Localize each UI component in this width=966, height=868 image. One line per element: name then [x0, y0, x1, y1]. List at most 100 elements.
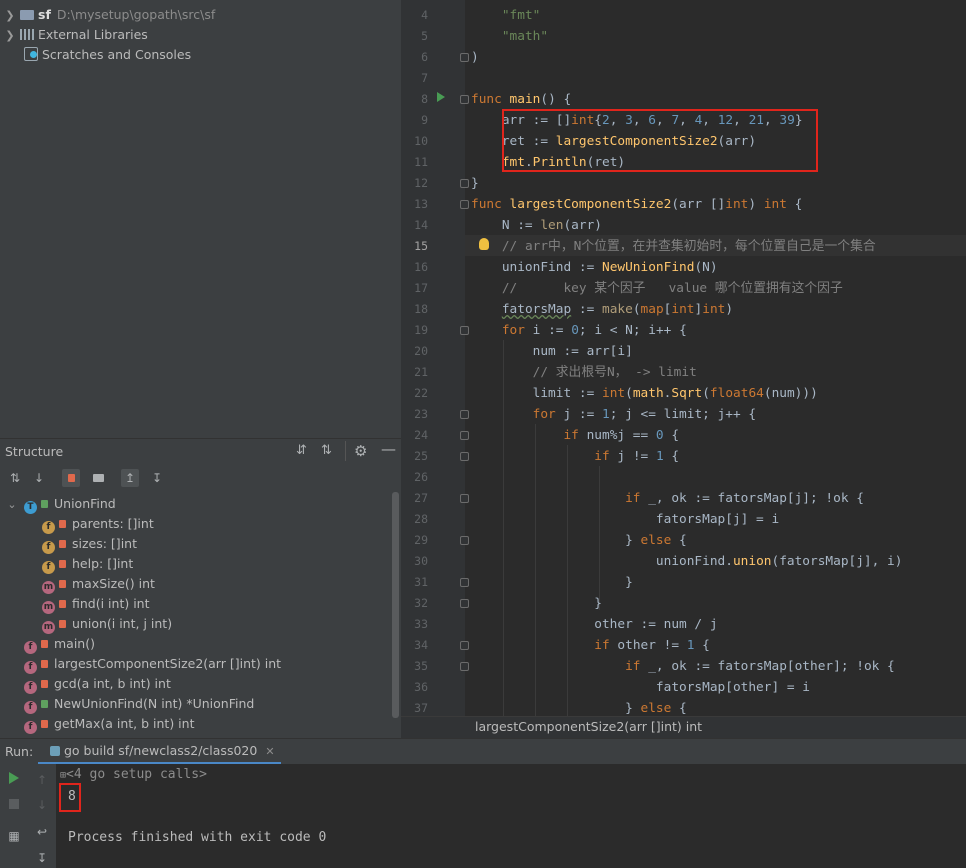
structure-scrollbar[interactable]: [392, 492, 399, 718]
fold-marker[interactable]: [460, 95, 469, 104]
private-icon: [41, 720, 48, 728]
line-number: 13: [414, 197, 428, 211]
structure-item-field[interactable]: f help: []int: [42, 554, 133, 574]
stop-icon[interactable]: [6, 797, 22, 813]
code-line: num := arr[i]: [471, 344, 633, 359]
structure-item-function[interactable]: f main(): [24, 634, 95, 654]
layout-icon[interactable]: ▦: [6, 828, 22, 844]
line-number: 6: [421, 50, 428, 64]
line-number: 14: [414, 218, 428, 232]
autoscroll-from-source-icon[interactable]: ↧: [148, 469, 166, 487]
structure-item-label: union(i int, j int): [72, 616, 173, 631]
line-number: 22: [414, 386, 428, 400]
structure-item-function[interactable]: f gcd(a int, b int) int: [24, 674, 171, 694]
structure-item-function[interactable]: f largestComponentSize2(arr []int) int: [24, 654, 281, 674]
code-line: if other != 1 {: [594, 638, 710, 653]
structure-item-unionfind[interactable]: ⌄ T UnionFind: [6, 494, 116, 514]
line-number: 19: [414, 323, 428, 337]
fold-marker[interactable]: [460, 200, 469, 209]
soft-wrap-icon[interactable]: ↩: [34, 824, 50, 840]
structure-toolbar: ⇅ ↓ ↥ ↧: [0, 464, 401, 492]
collapse-all-icon[interactable]: ⇅: [321, 443, 332, 458]
fold-marker[interactable]: [460, 179, 469, 188]
method-icon: m: [42, 581, 55, 594]
line-number: 18: [414, 302, 428, 316]
sort-alphabetically-icon[interactable]: ↓: [30, 469, 48, 487]
fold-marker[interactable]: [460, 326, 469, 335]
structure-item-method[interactable]: m find(i int) int: [42, 594, 150, 614]
structure-item-function[interactable]: f NewUnionFind(N int) *UnionFind: [24, 694, 254, 714]
function-icon: f: [24, 641, 37, 654]
gear-icon[interactable]: ⚙: [354, 442, 367, 460]
structure-item-function[interactable]: f getMax(a int, b int) int: [24, 714, 194, 734]
close-icon[interactable]: ✕: [265, 745, 274, 758]
fold-marker[interactable]: [460, 53, 469, 62]
breadcrumb-item[interactable]: largestComponentSize2(arr []int) int: [475, 719, 702, 734]
chevron-right-icon[interactable]: ❯: [4, 6, 16, 26]
line-number: 9: [421, 113, 428, 127]
fold-marker[interactable]: [460, 494, 469, 503]
expand-all-icon[interactable]: ⇵: [296, 443, 307, 458]
public-icon: [41, 700, 48, 708]
structure-item-field[interactable]: f sizes: []int: [42, 534, 137, 554]
line-number: 12: [414, 176, 428, 190]
run-tab-title: go build sf/newclass2/class020: [64, 743, 258, 758]
structure-title: Structure: [5, 444, 64, 459]
tree-item-scratches[interactable]: Scratches and Consoles: [0, 45, 191, 65]
scroll-up-icon[interactable]: ↑: [34, 772, 50, 788]
structure-item-method[interactable]: m union(i int, j int): [42, 614, 172, 634]
structure-item-label: parents: []int: [72, 516, 154, 531]
chevron-right-icon[interactable]: ❯: [4, 26, 16, 46]
code-line: fatorsMap[other] = i: [471, 680, 810, 695]
rerun-icon[interactable]: [6, 772, 22, 788]
tree-item-external-libraries[interactable]: ❯ External Libraries: [4, 25, 148, 46]
field-icon: f: [42, 521, 55, 534]
structure-item-method[interactable]: m maxSize() int: [42, 574, 155, 594]
autoscroll-to-source-icon[interactable]: ↥: [121, 469, 139, 487]
structure-item-label: sizes: []int: [72, 536, 137, 551]
code-line: "fmt": [501, 8, 541, 23]
fold-marker[interactable]: [460, 662, 469, 671]
line-number: 5: [421, 29, 428, 43]
fold-marker[interactable]: [460, 578, 469, 587]
private-icon: [59, 520, 66, 528]
structure-item-label: getMax(a int, b int) int: [54, 716, 195, 731]
line-number: 7: [421, 71, 428, 85]
method-icon: m: [42, 601, 55, 614]
fold-marker[interactable]: [460, 452, 469, 461]
show-fields-icon[interactable]: [62, 469, 80, 487]
tree-item-root[interactable]: ❯ sf D:\mysetup\gopath\src\sf: [4, 5, 215, 25]
scroll-to-end-icon[interactable]: ↧: [34, 850, 50, 866]
run-label: Run:: [5, 744, 34, 759]
line-number: 24: [414, 428, 428, 442]
external-libraries-label: External Libraries: [38, 27, 148, 42]
chevron-down-icon[interactable]: ⌄: [6, 495, 18, 515]
fold-marker[interactable]: [460, 599, 469, 608]
show-inherited-icon[interactable]: [89, 469, 107, 487]
fold-marker[interactable]: [460, 536, 469, 545]
scroll-down-icon[interactable]: ↓: [34, 797, 50, 813]
line-number: 11: [414, 155, 428, 169]
line-number: 32: [414, 596, 428, 610]
structure-item-label: find(i int) int: [72, 596, 150, 611]
setup-calls-line[interactable]: ⊞<4 go setup calls>: [60, 767, 207, 782]
fold-marker[interactable]: [460, 641, 469, 650]
structure-item-field[interactable]: f parents: []int: [42, 514, 154, 534]
project-panel: ❯ sf D:\mysetup\gopath\src\sf ❯ External Li…: [0, 0, 401, 438]
code-editor[interactable]: 4 5 6 7 8 9 10 11 12 13 14 15 16 17 18 1…: [401, 0, 966, 716]
minimize-icon[interactable]: —: [381, 440, 396, 458]
scratches-icon: [24, 47, 38, 61]
breadcrumb[interactable]: largestComponentSize2(arr []int) int: [401, 716, 966, 739]
method-icon: m: [42, 621, 55, 634]
line-number: 10: [414, 134, 428, 148]
sort-by-type-icon[interactable]: ⇅: [6, 469, 24, 487]
fold-marker[interactable]: [460, 410, 469, 419]
exit-message: Process finished with exit code 0: [68, 830, 327, 845]
private-icon: [41, 660, 48, 668]
fold-marker[interactable]: [460, 431, 469, 440]
structure-item-label: gcd(a int, b int) int: [54, 676, 171, 691]
setup-calls-text: <4 go setup calls>: [66, 767, 207, 782]
run-tab[interactable]: go build sf/newclass2/class020 ✕: [38, 739, 281, 765]
code-line: limit := int(math.Sqrt(float64(num))): [471, 386, 818, 401]
run-gutter-icon[interactable]: [437, 92, 445, 102]
